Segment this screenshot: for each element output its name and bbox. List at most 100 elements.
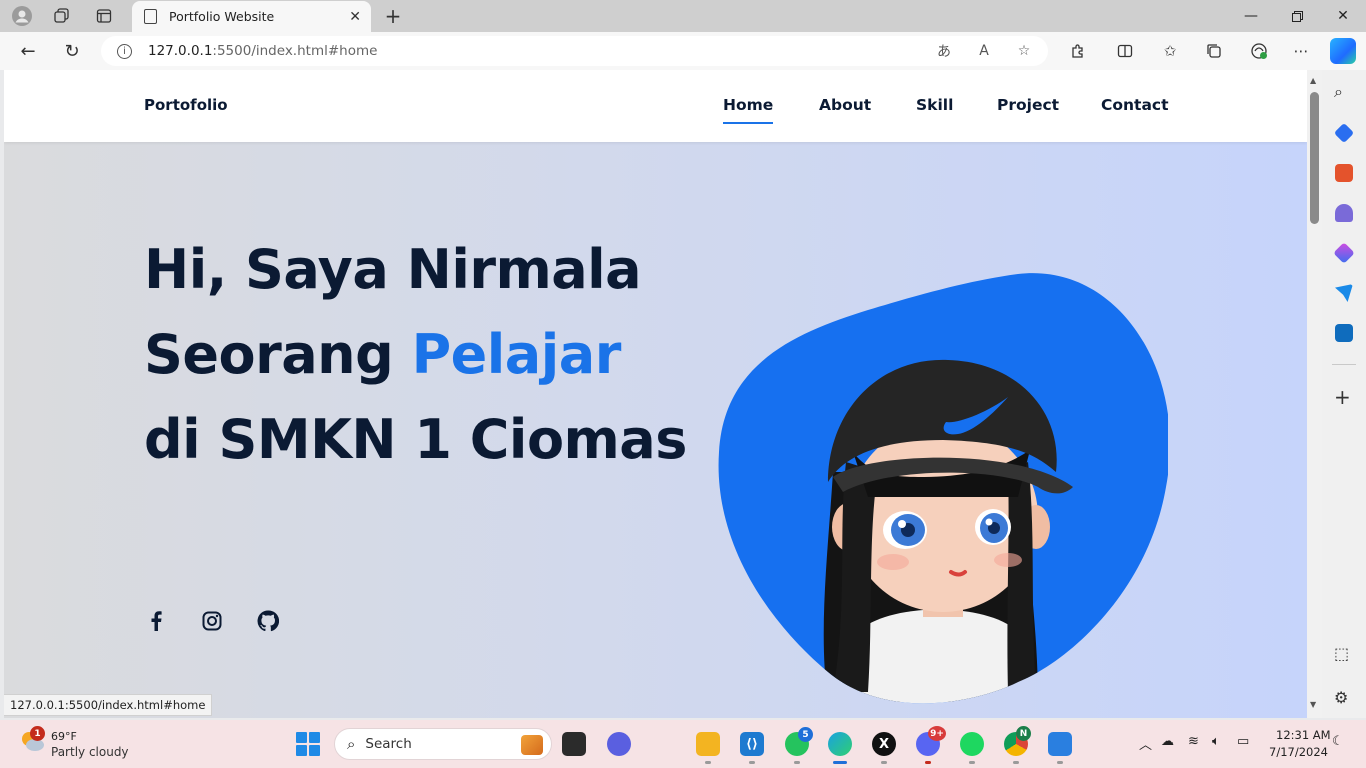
running-indicator [881, 761, 887, 764]
search-magnifier-icon: ⌕ [347, 735, 356, 753]
minimize-icon[interactable]: — [1228, 0, 1274, 32]
windows-taskbar: 1 69°F Partly cloudy ⌕ Search ⟨⟩ 5 X 9+ … [0, 720, 1366, 768]
meet-icon[interactable] [607, 732, 631, 756]
active-app-indicator [833, 761, 847, 764]
wifi-icon[interactable]: ≋ [1188, 734, 1199, 749]
taskbar-search[interactable]: ⌕ Search [334, 728, 552, 760]
github-icon[interactable] [256, 609, 280, 633]
copilot-icon[interactable] [1330, 38, 1356, 64]
tab-portfolio-website[interactable]: Portfolio Website ✕ [132, 1, 371, 32]
tray-chevron-icon[interactable]: ︿ [1139, 734, 1152, 753]
running-indicator [1057, 761, 1063, 764]
drop-icon[interactable] [1335, 284, 1353, 302]
clock-date[interactable]: 7/17/2024 [1269, 745, 1328, 759]
tab-title: Portfolio Website [169, 9, 275, 24]
running-indicator [925, 761, 931, 764]
weather-description: Partly cloudy [51, 745, 129, 759]
nav-about[interactable]: About [819, 96, 871, 114]
address-bar[interactable]: i 127.0.0.1:5500/index.html#home [101, 36, 1048, 66]
running-indicator [705, 761, 711, 764]
close-window-icon[interactable]: ✕ [1320, 0, 1366, 32]
games-icon[interactable] [1335, 204, 1353, 222]
read-aloud-icon[interactable]: A [973, 40, 995, 62]
workspaces-icon[interactable] [48, 4, 76, 28]
split-screen-icon[interactable] [1112, 39, 1138, 63]
more-options-icon[interactable]: ⋯ [1288, 39, 1314, 63]
tools-icon[interactable] [1335, 164, 1353, 182]
whatsapp-badge: 5 [798, 727, 813, 742]
shopping-tag-icon[interactable] [1333, 122, 1355, 144]
scroll-down-icon[interactable]: ▼ [1310, 700, 1316, 709]
hero-section: Hi, Saya Nirmala Seorang Pelajar di SMKN… [4, 142, 1307, 718]
favorite-star-icon[interactable]: ☆ [1013, 40, 1035, 62]
hero-heading-line2: Seorang Pelajar [144, 323, 621, 386]
hero-heading-line3: di SMKN 1 Ciomas [144, 408, 687, 471]
discord-icon[interactable]: 9+ [916, 726, 946, 756]
add-sidebar-app-icon[interactable]: + [1334, 385, 1351, 409]
microsoft-365-icon[interactable] [1333, 242, 1355, 264]
running-indicator [1013, 761, 1019, 764]
chrome-icon[interactable]: N [1004, 726, 1031, 756]
running-indicator [969, 761, 975, 764]
url-text: 127.0.0.1:5500/index.html#home [148, 43, 377, 59]
instagram-icon[interactable] [200, 609, 224, 633]
close-tab-icon[interactable]: ✕ [349, 9, 361, 25]
profile-icon[interactable] [8, 4, 36, 28]
nav-home[interactable]: Home [723, 96, 774, 124]
edge-icon[interactable] [828, 732, 852, 756]
running-indicator [749, 761, 755, 764]
extensions-icon[interactable] [1065, 39, 1091, 63]
profile-illustration [718, 272, 1171, 712]
x-twitter-icon[interactable]: X [872, 732, 896, 756]
onedrive-icon[interactable]: ☁ [1161, 734, 1174, 749]
spotify-icon[interactable] [960, 732, 984, 756]
search-icon[interactable]: ⌕ [1334, 82, 1343, 102]
vscode-icon[interactable]: ⟨⟩ [740, 732, 764, 756]
avatar [718, 273, 1171, 704]
windows-start-icon[interactable] [296, 732, 320, 756]
collections-icon[interactable] [1201, 39, 1227, 63]
site-info-icon[interactable]: i [117, 43, 132, 59]
file-explorer-icon[interactable] [696, 732, 720, 756]
chrome-profile-badge: N [1016, 726, 1031, 741]
photos-icon[interactable] [1048, 732, 1072, 756]
scrollbar-thumb[interactable] [1310, 92, 1319, 224]
refresh-icon[interactable]: ↻ [59, 39, 85, 63]
volume-icon[interactable]: 🔈︎ [1212, 734, 1220, 749]
hero-line2-text: Seorang [144, 323, 412, 386]
page-scrollbar[interactable]: ▲ ▼ [1307, 70, 1322, 718]
edge-sidebar: ⌕ + ⬚ ⚙ [1322, 70, 1366, 718]
hero-accent-word: Pelajar [411, 323, 622, 386]
nav-skill[interactable]: Skill [916, 96, 953, 114]
search-highlight-icon [521, 735, 543, 755]
translate-icon[interactable]: あ [933, 40, 955, 62]
new-tab-icon[interactable]: + [382, 4, 404, 28]
link-status-bar: 127.0.0.1:5500/index.html#home [4, 694, 213, 716]
scroll-up-icon[interactable]: ▲ [1310, 76, 1316, 85]
site-logo[interactable]: Portofolio [144, 96, 228, 114]
favorites-icon[interactable]: ✩ [1157, 39, 1183, 63]
battery-icon[interactable]: ▭ [1237, 734, 1249, 749]
outlook-icon[interactable] [1335, 324, 1353, 342]
weather-alert-badge: 1 [30, 726, 45, 741]
facebook-icon[interactable] [144, 609, 168, 633]
whatsapp-icon[interactable]: 5 [785, 727, 813, 756]
discord-badge: 9+ [928, 726, 946, 741]
notification-icon[interactable]: ☾ [1332, 734, 1344, 749]
sidebar-settings-icon[interactable]: ⚙ [1334, 688, 1348, 707]
clock-time[interactable]: 12:31 AM [1276, 728, 1331, 742]
hero-heading-line1: Hi, Saya Nirmala [144, 238, 642, 301]
task-view-icon[interactable] [562, 732, 586, 756]
weather-temperature: 69°F [51, 730, 77, 743]
restore-icon[interactable] [1274, 0, 1320, 32]
site-header: Portofolio Home About Skill Project Cont… [4, 70, 1307, 142]
page-viewport: Portofolio Home About Skill Project Cont… [4, 70, 1307, 718]
back-icon[interactable]: ← [15, 39, 41, 63]
sidebar-divider [1332, 364, 1356, 365]
weather-partly-cloudy-icon[interactable]: 1 [20, 726, 45, 753]
tab-actions-icon[interactable] [90, 4, 118, 28]
browser-essentials-icon[interactable] [1246, 39, 1272, 63]
screenshot-icon[interactable]: ⬚ [1334, 644, 1349, 663]
nav-contact[interactable]: Contact [1101, 96, 1169, 114]
nav-project[interactable]: Project [997, 96, 1059, 114]
